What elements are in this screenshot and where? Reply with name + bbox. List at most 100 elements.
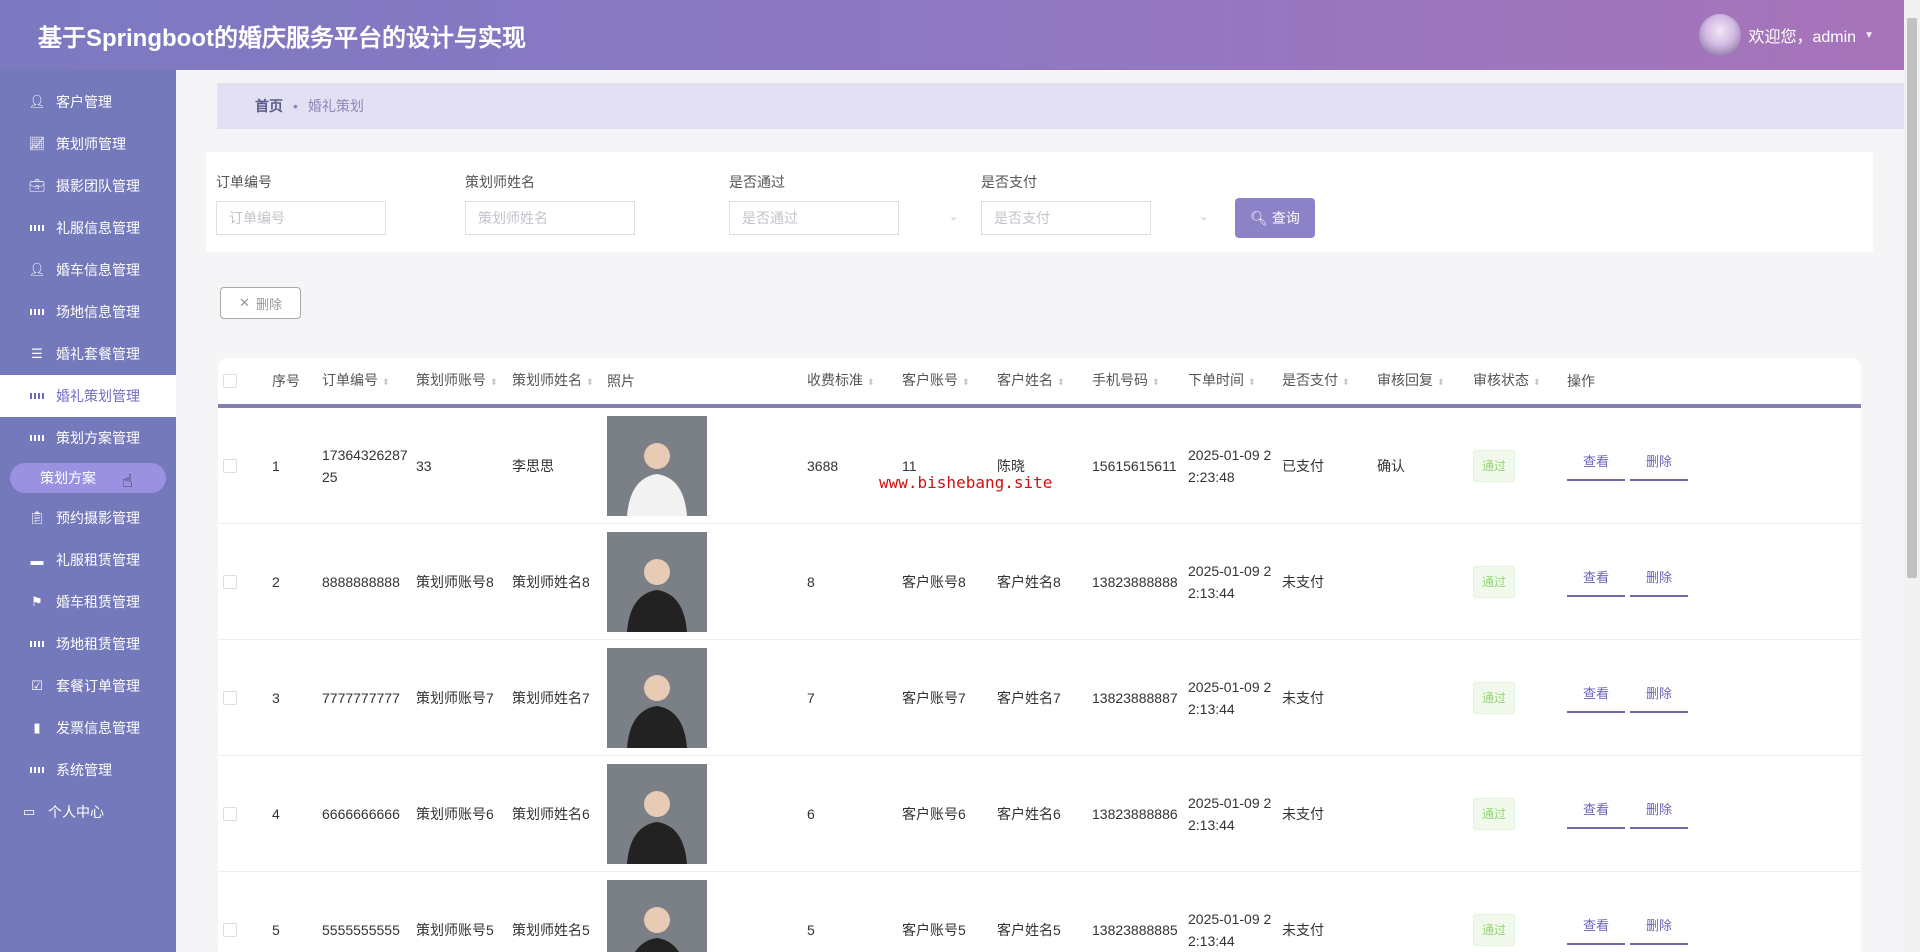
- sidebar-item[interactable]: ☑套餐订单管理: [0, 665, 176, 707]
- view-button[interactable]: 查看: [1567, 451, 1625, 481]
- sidebar-item[interactable]: 策划方案管理: [0, 417, 176, 459]
- avatar[interactable]: [1699, 14, 1741, 56]
- sidebar-item-personal[interactable]: ▭个人中心: [0, 791, 176, 833]
- planner-photo[interactable]: [607, 532, 707, 632]
- column-header[interactable]: 下单时间⬍: [1188, 369, 1282, 393]
- sidebar-item-label: 策划师管理: [56, 134, 126, 154]
- column-header[interactable]: 审核回复⬍: [1377, 369, 1473, 393]
- view-button[interactable]: 查看: [1567, 567, 1625, 597]
- sidebar-item-label: 摄影团队管理: [56, 176, 140, 196]
- breadcrumb: 首页 • 婚礼策划: [217, 83, 1904, 129]
- select-all-checkbox[interactable]: [223, 374, 237, 388]
- column-header[interactable]: 客户账号⬍: [902, 369, 997, 393]
- sidebar-item-label: 系统管理: [56, 760, 112, 780]
- sort-icon[interactable]: ⬍: [1342, 377, 1350, 387]
- status-badge: 通过: [1473, 798, 1515, 830]
- sidebar-item[interactable]: 👤︎客户管理: [0, 81, 176, 123]
- sort-icon[interactable]: ⬍: [1533, 377, 1541, 387]
- sidebar-item[interactable]: 场地信息管理: [0, 291, 176, 333]
- column-header[interactable]: 订单编号⬍: [322, 369, 416, 393]
- cell-no: 2: [272, 571, 322, 593]
- row-checkbox[interactable]: [223, 691, 237, 705]
- pay-select[interactable]: 是否支付: [981, 201, 1151, 235]
- row-checkbox[interactable]: [223, 575, 237, 589]
- sort-icon[interactable]: ⬍: [962, 377, 970, 387]
- sort-icon[interactable]: ⬍: [1152, 377, 1160, 387]
- briefcase-icon: 💼︎: [30, 179, 44, 193]
- sidebar-item[interactable]: 婚礼策划管理: [0, 375, 176, 417]
- data-table: 序号订单编号⬍策划师账号⬍策划师姓名⬍照片收费标准⬍客户账号⬍客户姓名⬍手机号码…: [218, 358, 1861, 952]
- sort-icon[interactable]: ⬍: [1248, 377, 1256, 387]
- sidebar-item[interactable]: 系统管理: [0, 749, 176, 791]
- caret-down-icon: ▼: [1864, 30, 1874, 41]
- submenu-item-plan[interactable]: 策划方案☝: [10, 463, 166, 493]
- sidebar-item[interactable]: 礼服信息管理: [0, 207, 176, 249]
- cell-phone: 13823888887: [1092, 687, 1188, 709]
- row-delete-button[interactable]: 删除: [1630, 799, 1688, 829]
- sidebar-item-label: 发票信息管理: [56, 718, 140, 738]
- column-header[interactable]: 是否支付⬍: [1282, 369, 1377, 393]
- cell-account: 策划师账号5: [416, 919, 512, 941]
- cell-no: 3: [272, 687, 322, 709]
- row-checkbox[interactable]: [223, 923, 237, 937]
- column-header[interactable]: 策划师姓名⬍: [512, 369, 607, 393]
- grid-icon: [30, 389, 44, 403]
- column-header[interactable]: 客户姓名⬍: [997, 369, 1092, 393]
- column-header[interactable]: 收费标准⬍: [807, 369, 902, 393]
- cell-phone: 13823888888: [1092, 571, 1188, 593]
- cell-cust_acc: 客户账号5: [902, 919, 997, 941]
- planner-input[interactable]: 策划师姓名: [465, 201, 635, 235]
- sidebar-item[interactable]: 📋︎预约摄影管理: [0, 497, 176, 539]
- column-header[interactable]: 审核状态⬍: [1473, 369, 1567, 393]
- row-checkbox[interactable]: [223, 807, 237, 821]
- sidebar-item[interactable]: ⚑婚车租赁管理: [0, 581, 176, 623]
- planner-photo[interactable]: [607, 880, 707, 952]
- query-button[interactable]: 🔍︎查询: [1235, 198, 1315, 238]
- planner-photo[interactable]: [607, 648, 707, 748]
- user-menu[interactable]: 欢迎您，admin ▼: [1699, 14, 1875, 56]
- view-button[interactable]: 查看: [1567, 683, 1625, 713]
- sort-icon[interactable]: ⬍: [586, 377, 594, 387]
- view-button[interactable]: 查看: [1567, 915, 1625, 945]
- sidebar-item[interactable]: 👤︎婚车信息管理: [0, 249, 176, 291]
- order-input[interactable]: 订单编号: [216, 201, 386, 235]
- sidebar-item[interactable]: 场地租赁管理: [0, 623, 176, 665]
- scrollbar-thumb[interactable]: [1907, 18, 1917, 578]
- table-header: 序号订单编号⬍策划师账号⬍策划师姓名⬍照片收费标准⬍客户账号⬍客户姓名⬍手机号码…: [218, 358, 1861, 408]
- delete-label: 删除: [256, 294, 282, 313]
- sort-icon[interactable]: ⬍: [867, 377, 875, 387]
- sidebar-item[interactable]: 📈︎策划师管理: [0, 123, 176, 165]
- cell-no: 4: [272, 803, 322, 825]
- cell-order: 6666666666: [322, 803, 416, 825]
- app-title: 基于Springboot的婚庆服务平台的设计与实现: [38, 18, 526, 53]
- delete-button[interactable]: ✕删除: [220, 287, 301, 319]
- planner-photo[interactable]: [607, 416, 707, 516]
- sort-icon[interactable]: ⬍: [490, 377, 498, 387]
- row-delete-button[interactable]: 删除: [1630, 915, 1688, 945]
- cell-no: 5: [272, 919, 322, 941]
- scrollbar[interactable]: [1904, 0, 1920, 952]
- pass-select[interactable]: 是否通过: [729, 201, 899, 235]
- column-header[interactable]: 策划师账号⬍: [416, 369, 512, 393]
- sliders-icon: ☰: [30, 347, 44, 361]
- column-header-label: 操作: [1567, 373, 1595, 389]
- sidebar-item-label: 客户管理: [56, 92, 112, 112]
- sort-icon[interactable]: ⬍: [1437, 377, 1445, 387]
- sort-icon[interactable]: ⬍: [382, 377, 390, 387]
- cell-cust_name: 客户姓名7: [997, 687, 1092, 709]
- row-delete-button[interactable]: 删除: [1630, 567, 1688, 597]
- planner-photo[interactable]: [607, 764, 707, 864]
- view-button[interactable]: 查看: [1567, 799, 1625, 829]
- cell-account: 策划师账号7: [416, 687, 512, 709]
- sidebar-item[interactable]: 💼︎ 摄影团队管理: [0, 165, 176, 207]
- row-delete-button[interactable]: 删除: [1630, 683, 1688, 713]
- pay-label: 是否支付: [981, 172, 1037, 192]
- sidebar-item[interactable]: ▮发票信息管理: [0, 707, 176, 749]
- row-checkbox[interactable]: [223, 459, 237, 473]
- sidebar-item[interactable]: ▬礼服租赁管理: [0, 539, 176, 581]
- row-delete-button[interactable]: 删除: [1630, 451, 1688, 481]
- sidebar-item[interactable]: ☰婚礼套餐管理: [0, 333, 176, 375]
- sort-icon[interactable]: ⬍: [1057, 377, 1065, 387]
- breadcrumb-home[interactable]: 首页: [255, 96, 283, 116]
- column-header[interactable]: 手机号码⬍: [1092, 369, 1188, 393]
